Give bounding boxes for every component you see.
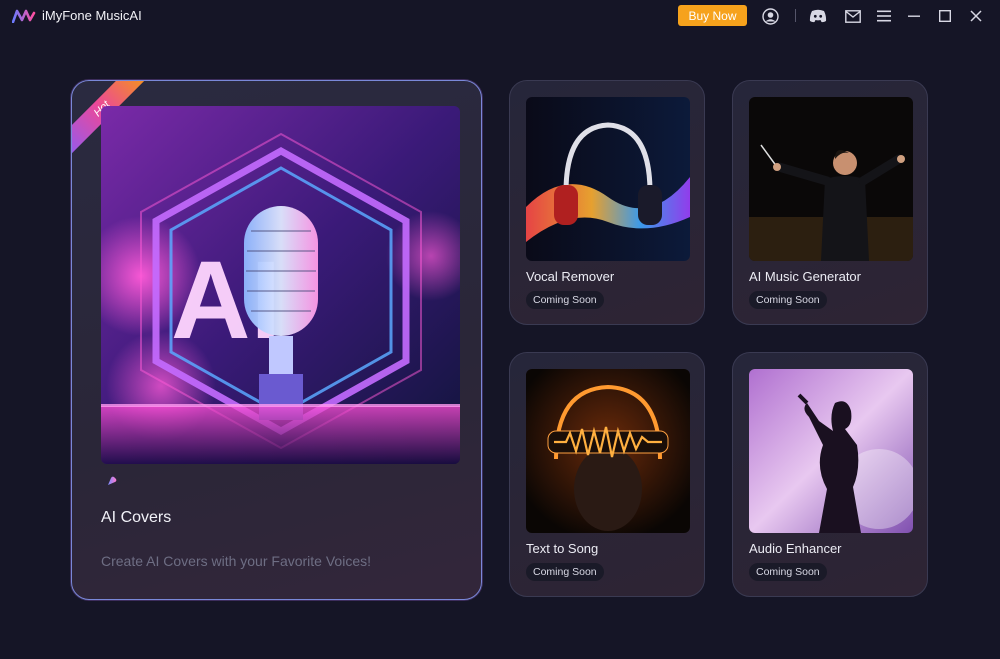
maximize-icon[interactable] <box>935 6 955 26</box>
ai-covers-card[interactable]: Hot AI <box>71 80 482 600</box>
ai-music-generator-card[interactable]: AI Music Generator Coming Soon <box>732 80 928 325</box>
minimize-icon[interactable] <box>904 6 924 26</box>
ai-covers-title: AI Covers <box>101 509 172 526</box>
mail-icon[interactable] <box>843 6 863 26</box>
close-icon[interactable] <box>966 6 986 26</box>
coming-soon-badge: Coming Soon <box>749 563 827 581</box>
vocal-remover-title: Vocal Remover <box>526 269 615 284</box>
account-icon[interactable] <box>760 6 780 26</box>
ai-music-generator-image <box>749 97 913 261</box>
app-logo-icon <box>12 9 36 23</box>
audio-enhancer-title: Audio Enhancer <box>749 541 842 556</box>
buy-now-button[interactable]: Buy Now <box>678 5 747 26</box>
text-to-song-image <box>526 369 690 533</box>
title-bar: iMyFone MusicAI Buy Now <box>0 0 1000 32</box>
ai-music-generator-title: AI Music Generator <box>749 269 861 284</box>
app-title: iMyFone MusicAI <box>42 8 142 23</box>
titlebar-divider <box>795 9 796 22</box>
audio-enhancer-card[interactable]: Audio Enhancer Coming Soon <box>732 352 928 597</box>
coming-soon-badge: Coming Soon <box>526 291 604 309</box>
menu-icon[interactable] <box>874 6 894 26</box>
ai-covers-small-icon <box>108 476 117 485</box>
text-to-song-title: Text to Song <box>526 541 599 556</box>
vocal-remover-card[interactable]: Vocal Remover Coming Soon <box>509 80 705 325</box>
coming-soon-badge: Coming Soon <box>526 563 604 581</box>
text-to-song-card[interactable]: Text to Song Coming Soon <box>509 352 705 597</box>
audio-enhancer-image <box>749 369 913 533</box>
discord-icon[interactable] <box>808 6 828 26</box>
ai-covers-image: AI <box>101 106 460 464</box>
coming-soon-badge: Coming Soon <box>749 291 827 309</box>
vocal-remover-image <box>526 97 690 261</box>
ai-covers-description: Create AI Covers with your Favorite Voic… <box>101 553 371 569</box>
